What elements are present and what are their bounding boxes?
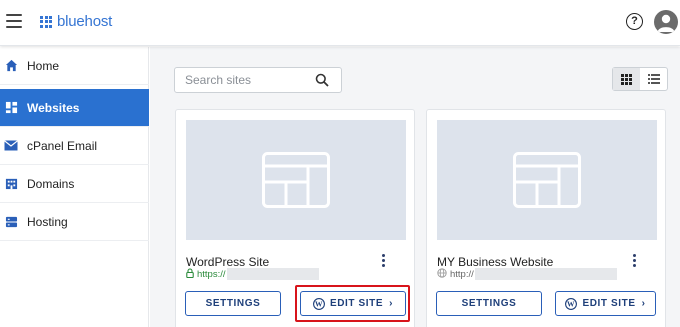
sidebar-nav: Home Websites cPanel Email Domains Hosti… — [0, 47, 149, 327]
more-options-icon[interactable] — [629, 254, 639, 270]
chevron-right-icon: › — [641, 298, 646, 309]
sidebar-item-websites[interactable]: Websites — [0, 89, 149, 127]
chevron-right-icon: › — [389, 298, 394, 309]
settings-button[interactable]: SETTINGS — [185, 291, 281, 316]
site-card: WordPress Site https:// SETTINGS W EDIT … — [175, 109, 415, 327]
list-view-icon[interactable] — [640, 68, 667, 90]
grid-view-icon[interactable] — [613, 68, 640, 90]
sidebar-item-cpanel-email[interactable]: cPanel Email — [0, 127, 149, 165]
top-bar: bluehost ? — [0, 0, 680, 46]
more-options-icon[interactable] — [378, 254, 388, 270]
wordpress-icon: W — [565, 297, 578, 310]
logo-text: bluehost — [57, 13, 113, 30]
bluehost-logo-icon — [40, 15, 52, 28]
search-icon[interactable] — [315, 73, 329, 87]
settings-button-label: SETTINGS — [205, 298, 261, 309]
site-url[interactable]: https:// — [186, 268, 319, 280]
help-circle-icon[interactable]: ? — [626, 13, 643, 30]
sidebar-item-label: Hosting — [27, 214, 68, 229]
domains-building-icon — [4, 177, 18, 191]
view-toggle — [612, 67, 668, 91]
edit-site-button-label: EDIT SITE — [329, 298, 384, 309]
svg-text:W: W — [315, 299, 323, 308]
svg-text:W: W — [567, 299, 575, 308]
search-box — [174, 67, 342, 93]
site-url-text: https:// — [197, 268, 226, 280]
globe-icon — [437, 265, 447, 283]
home-icon — [4, 59, 18, 73]
sidebar-item-domains[interactable]: Domains — [0, 165, 149, 203]
main-content: WordPress Site https:// SETTINGS W EDIT … — [150, 47, 680, 327]
sidebar-item-home[interactable]: Home — [0, 47, 149, 85]
settings-button[interactable]: SETTINGS — [436, 291, 542, 316]
sidebar-item-label: cPanel Email — [27, 138, 98, 153]
search-input[interactable] — [175, 68, 315, 92]
redacted-url — [226, 268, 319, 280]
website-placeholder-icon — [262, 152, 330, 208]
hamburger-menu-icon[interactable] — [6, 14, 22, 28]
lock-icon — [186, 265, 194, 283]
redacted-url — [474, 268, 617, 280]
site-thumbnail[interactable] — [186, 120, 406, 240]
bluehost-logo[interactable]: bluehost — [40, 13, 112, 30]
email-envelope-icon — [4, 139, 18, 153]
edit-site-button[interactable]: W EDIT SITE › — [555, 291, 656, 316]
edit-site-button-label: EDIT SITE — [582, 298, 636, 309]
settings-button-label: SETTINGS — [461, 298, 517, 309]
sidebar-item-label: Domains — [27, 176, 75, 191]
sidebar-item-hosting[interactable]: Hosting — [0, 203, 149, 241]
websites-dashboard-icon — [4, 101, 18, 115]
wordpress-icon: W — [312, 297, 325, 310]
site-url-text: http:// — [450, 268, 474, 280]
sidebar-item-label: Home — [27, 58, 60, 73]
site-thumbnail[interactable] — [437, 120, 657, 240]
edit-site-button[interactable]: W EDIT SITE › — [300, 291, 406, 316]
user-avatar-icon[interactable] — [654, 10, 678, 34]
site-url[interactable]: http:// — [437, 268, 617, 280]
site-name[interactable]: MY Business Website — [437, 255, 553, 269]
site-name[interactable]: WordPress Site — [186, 255, 269, 269]
sidebar-item-label: Websites — [27, 100, 80, 115]
site-card: MY Business Website http:// SETTINGS W E… — [426, 109, 666, 327]
hosting-server-icon — [4, 215, 18, 229]
website-placeholder-icon — [513, 152, 581, 208]
